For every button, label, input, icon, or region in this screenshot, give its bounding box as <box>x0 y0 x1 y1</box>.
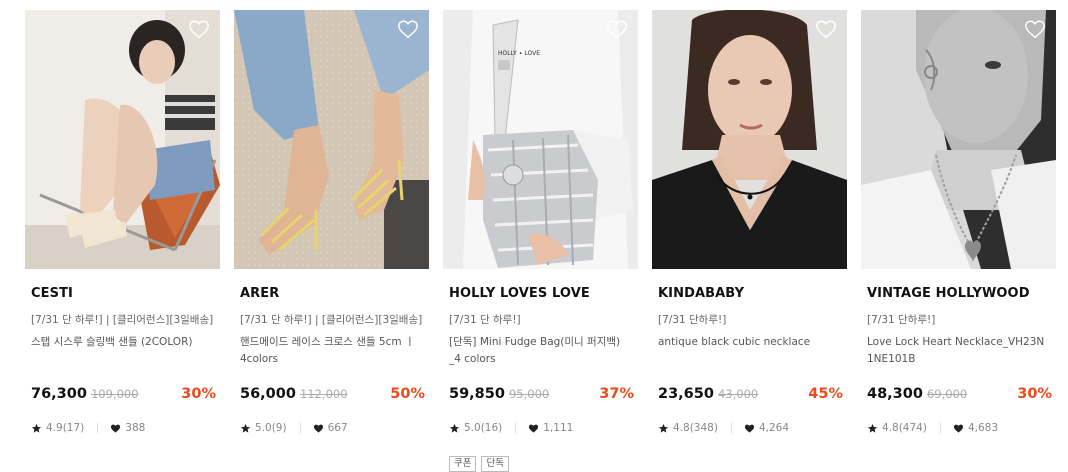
rating-text: 4.8(474) <box>882 422 927 434</box>
svg-text:HOLLY ∙ LOVE: HOLLY ∙ LOVE <box>498 50 540 57</box>
like-count: 4,264 <box>758 422 789 434</box>
product-card[interactable]: HOLLY ∙ LOVE HOLLY LOVES LOVE [7/31 단 하루… <box>443 10 638 472</box>
heart-icon <box>529 424 539 433</box>
star-icon <box>658 423 669 433</box>
brand-name[interactable]: VINTAGE HOLLYWOOD <box>861 286 1056 304</box>
heart-icon <box>953 424 964 433</box>
like-count: 1,111 <box>543 422 574 434</box>
promo-tag: [7/31 단 하루!] | [클리어런스][3일배송] <box>240 314 423 326</box>
star-icon <box>867 423 878 433</box>
discount-rate: 50% <box>390 386 425 402</box>
meta-divider <box>299 423 301 433</box>
product-photo-holly-loves-love: HOLLY ∙ LOVE <box>443 10 638 269</box>
heart-icon <box>111 424 121 433</box>
price-row: 59,850 95,000 37% <box>449 386 634 402</box>
promo-tag: [7/31 단하루!] <box>658 314 727 326</box>
like-count: 388 <box>125 422 146 434</box>
discount-rate: 30% <box>181 386 216 402</box>
original-price: 109,000 <box>90 387 139 401</box>
promo-tag: [7/31 단 하루!] <box>449 314 521 326</box>
price-row: 56,000 112,000 50% <box>240 386 425 402</box>
product-grid: CESTI [7/31 단 하루!] | [클리어런스][3일배송] 스탭 시스… <box>25 10 1056 472</box>
product-photo-kindababy <box>652 10 847 269</box>
review-like-row: 4.9(17) 388 <box>31 422 145 434</box>
meta-divider <box>97 423 99 433</box>
price-row: 48,300 69,000 30% <box>867 386 1052 402</box>
star-icon <box>449 423 460 433</box>
sale-price: 48,300 <box>867 386 923 402</box>
review-like-row: 5.0(16) 1,111 <box>449 422 573 434</box>
product-name[interactable]: Love Lock Heart Necklace_VH23N 1NE101B <box>861 334 1056 376</box>
review-like-row: 4.8(348) 4,264 <box>658 422 789 434</box>
heart-icon <box>744 424 755 433</box>
product-name[interactable]: 핸드메이드 레이스 크로스 샌들 5cm ㅣ 4colors <box>234 334 429 376</box>
sale-price: 23,650 <box>658 386 714 402</box>
brand-name[interactable]: KINDABABY <box>652 286 847 304</box>
product-photo-vintage-hollywood <box>861 10 1056 269</box>
star-icon <box>240 423 251 433</box>
original-price: 69,000 <box>926 387 968 401</box>
product-image[interactable] <box>652 10 847 269</box>
product-image[interactable]: HOLLY ∙ LOVE <box>443 10 638 269</box>
sale-price: 59,850 <box>449 386 505 402</box>
meta-divider <box>730 423 732 433</box>
wishlist-heart-icon[interactable] <box>606 18 628 40</box>
sale-price: 76,300 <box>31 386 87 402</box>
original-price: 43,000 <box>717 387 759 401</box>
discount-rate: 45% <box>808 386 843 402</box>
product-card[interactable]: KINDABABY [7/31 단하루!] antique black cubi… <box>652 10 847 434</box>
exclusive-badge: 단독 <box>481 456 509 472</box>
product-card[interactable]: ARER [7/31 단 하루!] | [클리어런스][3일배송] 핸드메이드 … <box>234 10 429 434</box>
promo-tag: [7/31 단 하루!] | [클리어런스][3일배송] <box>31 314 214 326</box>
like-count: 4,683 <box>967 422 998 434</box>
rating-text: 5.0(9) <box>255 422 287 434</box>
wishlist-heart-icon[interactable] <box>815 18 837 40</box>
product-image[interactable] <box>234 10 429 269</box>
coupon-badge: 쿠폰 <box>449 456 477 472</box>
product-photo-cesti <box>25 10 220 269</box>
star-icon <box>31 423 42 433</box>
discount-rate: 37% <box>599 386 634 402</box>
product-image[interactable] <box>25 10 220 269</box>
product-name[interactable]: 스탭 시스루 슬링백 샌들 (2COLOR) <box>25 334 220 376</box>
price-row: 76,300 109,000 30% <box>31 386 216 402</box>
original-price: 95,000 <box>508 387 550 401</box>
wishlist-heart-icon[interactable] <box>188 18 210 40</box>
brand-name[interactable]: HOLLY LOVES LOVE <box>443 286 638 304</box>
heart-icon <box>313 424 323 433</box>
product-photo-arer <box>234 10 429 269</box>
review-like-row: 4.8(474) 4,683 <box>867 422 998 434</box>
product-card[interactable]: CESTI [7/31 단 하루!] | [클리어런스][3일배송] 스탭 시스… <box>25 10 220 434</box>
rating-text: 4.9(17) <box>46 422 85 434</box>
price-row: 23,650 43,000 45% <box>658 386 843 402</box>
original-price: 112,000 <box>299 387 348 401</box>
sale-price: 56,000 <box>240 386 296 402</box>
promo-tag: [7/31 단하루!] <box>867 314 936 326</box>
meta-divider <box>939 423 941 433</box>
like-count: 667 <box>327 422 348 434</box>
rating-text: 5.0(16) <box>464 422 503 434</box>
rating-text: 4.8(348) <box>673 422 718 434</box>
meta-divider <box>515 423 517 433</box>
product-name[interactable]: [단독] Mini Fudge Bag(미니 퍼지백) _4 colors <box>443 334 638 376</box>
badge-list: 쿠폰 단독 <box>449 456 509 472</box>
discount-rate: 30% <box>1017 386 1052 402</box>
review-like-row: 5.0(9) 667 <box>240 422 348 434</box>
brand-name[interactable]: CESTI <box>25 286 220 304</box>
product-name[interactable]: antique black cubic necklace <box>652 334 847 376</box>
wishlist-heart-icon[interactable] <box>1024 18 1046 40</box>
product-image[interactable] <box>861 10 1056 269</box>
product-card[interactable]: VINTAGE HOLLYWOOD [7/31 단하루!] Love Lock … <box>861 10 1056 434</box>
brand-name[interactable]: ARER <box>234 286 429 304</box>
wishlist-heart-icon[interactable] <box>397 18 419 40</box>
